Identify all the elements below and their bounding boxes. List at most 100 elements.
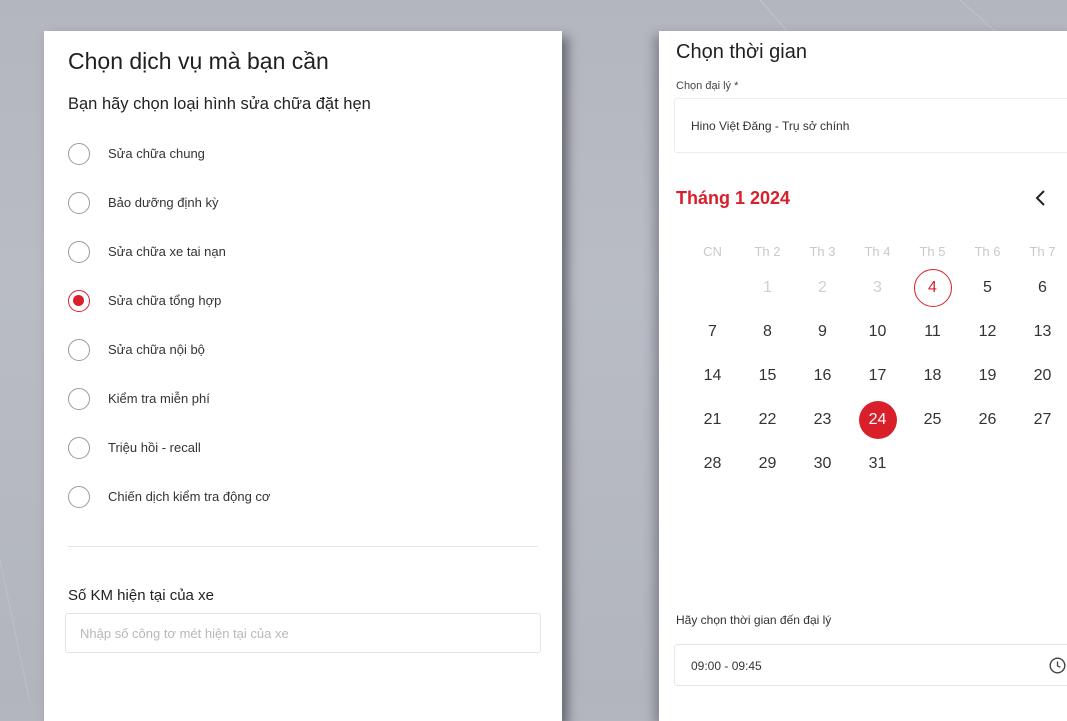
calendar-day[interactable]: 5 (960, 266, 1015, 310)
calendar-day[interactable]: 27 (1015, 398, 1067, 442)
calendar-day[interactable]: 15 (740, 354, 795, 398)
calendar-day[interactable]: 19 (960, 354, 1015, 398)
calendar-day[interactable]: 26 (960, 398, 1015, 442)
radio-button[interactable] (68, 485, 90, 508)
calendar-month-title: Tháng 1 2024 (676, 188, 791, 208)
calendar-day-number: 25 (923, 411, 942, 428)
radio-button[interactable] (68, 240, 90, 263)
service-option-general-repair[interactable]: Sửa chữa chung (68, 129, 270, 178)
calendar-day-number: 17 (868, 367, 887, 384)
calendar-day[interactable]: 18 (905, 354, 960, 398)
calendar-day[interactable]: 13 (1015, 310, 1067, 354)
calendar-day[interactable]: 25 (905, 398, 960, 442)
calendar-day[interactable]: 24 (850, 398, 905, 442)
calendar-day-number: 27 (1033, 411, 1052, 428)
calendar-day[interactable]: 16 (795, 354, 850, 398)
radio-button[interactable] (68, 289, 90, 312)
calendar-day-number: 20 (1033, 367, 1052, 384)
service-option-label: Sửa chữa xe tai nạn (108, 244, 226, 259)
service-option-label: Sửa chữa chung (108, 146, 205, 161)
radio-button[interactable] (68, 436, 90, 459)
time-panel-title: Chọn thời gian (676, 41, 807, 63)
dealer-select[interactable]: Hino Việt Đăng - Trụ sở chính (674, 98, 1067, 153)
arrival-time-label: Hãy chọn thời gian đến đại lý (676, 613, 832, 627)
calendar-day[interactable]: 22 (740, 398, 795, 442)
calendar-day-number: 23 (813, 411, 832, 428)
service-option-label: Kiểm tra miễn phí (108, 391, 210, 406)
calendar-day-number: 18 (923, 367, 942, 384)
radio-button[interactable] (68, 191, 90, 214)
calendar-day-number: 28 (703, 455, 722, 472)
dealer-selected-value: Hino Việt Đăng - Trụ sở chính (691, 119, 850, 133)
calendar-day[interactable]: 9 (795, 310, 850, 354)
calendar-day-number: 29 (758, 455, 777, 472)
calendar-empty-cell (960, 442, 1015, 486)
calendar-day-number: 6 (1038, 279, 1047, 296)
calendar-day-number: 12 (978, 323, 997, 340)
calendar-day[interactable]: 21 (685, 398, 740, 442)
calendar-day[interactable]: 6 (1015, 266, 1067, 310)
calendar-day-number: 30 (813, 455, 832, 472)
weekday-header: CN (703, 243, 722, 259)
dealer-label: Chọn đại lý * (676, 80, 739, 92)
calendar-day-number: 5 (983, 279, 992, 296)
calendar-day-number: 15 (758, 367, 777, 384)
calendar-day[interactable]: 23 (795, 398, 850, 442)
odometer-label: Số KM hiện tại của xe (68, 587, 214, 604)
calendar-week-row: 1 2 3 4 5 6 (685, 266, 1067, 310)
calendar-day-number: 24 (858, 401, 897, 439)
clock-icon (1049, 657, 1066, 674)
calendar-week-row: 7 8 9 10 11 12 13 (685, 310, 1067, 354)
calendar-day[interactable]: 4 (905, 266, 960, 310)
service-option-label: Sửa chữa tổng hợp (108, 293, 222, 308)
service-option-engine-campaign[interactable]: Chiến dịch kiểm tra động cơ (68, 472, 270, 521)
service-selection-panel: Chọn dịch vụ mà bạn cần Bạn hãy chọn loạ… (44, 31, 562, 721)
calendar-day-number: 19 (978, 367, 997, 384)
weekday-header: Th 4 (864, 243, 891, 259)
calendar-grid: CN Th 2 Th 3 Th 4 Th 5 Th 6 Th 7 1 2 3 4 5 6 7 8 9 10 11… (685, 236, 1067, 486)
chevron-left-icon (1035, 190, 1045, 206)
service-option-label: Chiến dịch kiểm tra động cơ (108, 489, 271, 504)
calendar-day[interactable]: 30 (795, 442, 850, 486)
calendar-day-number: 21 (703, 411, 722, 428)
radio-button[interactable] (68, 387, 90, 410)
service-option-periodic-maintenance[interactable]: Bảo dưỡng định kỳ (68, 178, 270, 227)
calendar-day-number: 3 (873, 279, 882, 296)
service-type-question: Bạn hãy chọn loại hình sửa chữa đặt hẹn (68, 95, 371, 113)
calendar-day[interactable]: 11 (905, 310, 960, 354)
calendar-day-number: 9 (818, 323, 827, 340)
service-option-accident-repair[interactable]: Sửa chữa xe tai nạn (68, 227, 270, 276)
service-option-free-inspection[interactable]: Kiểm tra miễn phí (68, 374, 270, 423)
calendar-day[interactable]: 10 (850, 310, 905, 354)
radio-button[interactable] (68, 338, 90, 361)
weekday-header: Th 5 (919, 243, 946, 259)
calendar-day[interactable]: 20 (1015, 354, 1067, 398)
weekday-header: Th 3 (809, 243, 836, 259)
calendar-day-number: 7 (708, 323, 717, 340)
radio-button[interactable] (68, 142, 90, 165)
calendar-day[interactable]: 14 (685, 354, 740, 398)
calendar-day[interactable]: 31 (850, 442, 905, 486)
calendar-day[interactable]: 17 (850, 354, 905, 398)
calendar-day[interactable]: 7 (685, 310, 740, 354)
calendar-day[interactable]: 8 (740, 310, 795, 354)
calendar-day-number: 2 (818, 279, 827, 296)
calendar-week-row: 21 22 23 24 25 26 27 (685, 398, 1067, 442)
calendar-day[interactable]: 29 (740, 442, 795, 486)
calendar-day: 1 (740, 266, 795, 310)
calendar-day-number: 4 (913, 269, 952, 307)
calendar-day[interactable]: 28 (685, 442, 740, 486)
section-divider (68, 546, 538, 547)
odometer-input[interactable] (65, 613, 541, 653)
calendar-day-number: 31 (868, 455, 887, 472)
calendar-day-number: 16 (813, 367, 832, 384)
previous-month-button[interactable] (1026, 183, 1056, 213)
calendar-day-number: 22 (758, 411, 777, 428)
arrival-time-select[interactable]: 09:00 - 09:45 (674, 644, 1067, 686)
service-option-internal-repair[interactable]: Sửa chữa nội bộ (68, 325, 270, 374)
calendar-day[interactable]: 12 (960, 310, 1015, 354)
calendar-day-number: 1 (763, 279, 772, 296)
service-option-recall[interactable]: Triệu hồi - recall (68, 423, 270, 472)
service-option-combined-repair[interactable]: Sửa chữa tổng hợp (68, 276, 270, 325)
calendar-week-row: 14 15 16 17 18 19 20 (685, 354, 1067, 398)
